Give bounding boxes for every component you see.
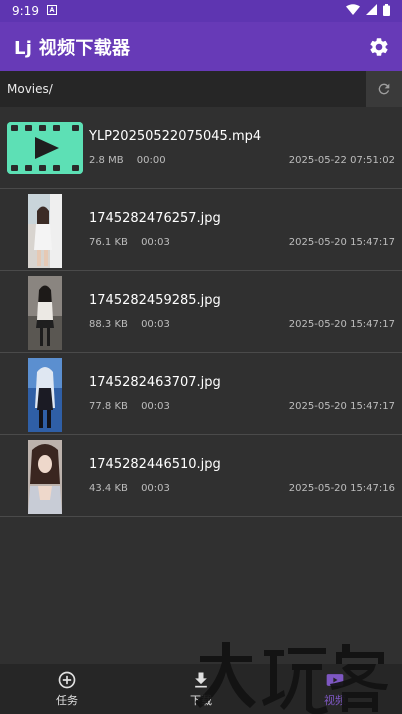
file-name: 1745282446510.jpg <box>89 457 221 472</box>
current-path: Movies/ <box>7 82 53 96</box>
file-duration: 00:03 <box>141 401 170 412</box>
status-bar: 9:19 <box>0 0 402 22</box>
refresh-button[interactable] <box>366 71 402 107</box>
file-date: 2025-05-20 15:47:17 <box>288 401 395 412</box>
battery-icon <box>383 3 390 19</box>
file-meta: 88.3 KB 00:03 <box>89 319 180 330</box>
bottom-navigation: 任务 下载 视频 <box>0 664 402 714</box>
file-name: 1745282463707.jpg <box>89 375 221 390</box>
nav-tab-download[interactable]: 下载 <box>134 664 268 714</box>
file-row[interactable]: 1745282463707.jpg 77.8 KB 00:03 2025-05-… <box>0 353 402 435</box>
file-duration: 00:00 <box>136 155 166 166</box>
nav-label: 视频 <box>324 694 346 707</box>
app-bar: Lj 视频下载器 <box>0 22 402 71</box>
refresh-icon <box>378 83 390 95</box>
nav-label: 下载 <box>190 694 212 707</box>
file-duration: 00:03 <box>141 237 170 248</box>
image-thumbnail <box>28 358 62 432</box>
settings-gear-icon[interactable] <box>368 36 390 58</box>
file-date: 2025-05-20 15:47:17 <box>288 319 395 330</box>
file-date: 2025-05-22 07:51:02 <box>288 155 395 166</box>
signal-icon <box>366 4 377 18</box>
video-icon <box>326 674 344 686</box>
file-meta: 77.8 KB 00:03 <box>89 401 180 412</box>
file-duration: 00:03 <box>141 483 170 494</box>
file-date: 2025-05-20 15:47:17 <box>288 237 395 248</box>
nav-tab-video[interactable]: 视频 <box>268 664 402 714</box>
file-name: 1745282476257.jpg <box>89 211 221 226</box>
notification-icon <box>46 4 57 18</box>
add-circle-icon <box>58 671 76 689</box>
file-name: YLP20250522075045.mp4 <box>89 129 262 144</box>
file-meta: 2.8 MB 00:00 <box>89 155 176 166</box>
file-size: 2.8 MB <box>89 155 124 166</box>
file-size: 77.8 KB <box>89 401 128 412</box>
file-duration: 00:03 <box>141 319 170 330</box>
file-list: YLP20250522075045.mp4 2.8 MB 00:00 2025-… <box>0 107 402 517</box>
download-icon <box>195 672 207 688</box>
file-row[interactable]: 1745282476257.jpg 76.1 KB 00:03 2025-05-… <box>0 189 402 271</box>
file-size: 43.4 KB <box>89 483 128 494</box>
app-title: Lj 视频下载器 <box>14 37 131 59</box>
file-row[interactable]: YLP20250522075045.mp4 2.8 MB 00:00 2025-… <box>0 107 402 189</box>
file-name: 1745282459285.jpg <box>89 293 221 308</box>
nav-label: 任务 <box>56 694 78 707</box>
wifi-icon <box>346 4 360 18</box>
path-bar: Movies/ <box>0 71 402 107</box>
image-thumbnail <box>28 276 62 350</box>
file-row[interactable]: 1745282459285.jpg 88.3 KB 00:03 2025-05-… <box>0 271 402 353</box>
status-time: 9:19 <box>12 4 39 18</box>
file-row[interactable]: 1745282446510.jpg 43.4 KB 00:03 2025-05-… <box>0 435 402 517</box>
file-date: 2025-05-20 15:47:16 <box>288 483 395 494</box>
file-size: 88.3 KB <box>89 319 128 330</box>
file-meta: 76.1 KB 00:03 <box>89 237 180 248</box>
image-thumbnail <box>28 194 62 268</box>
file-size: 76.1 KB <box>89 237 128 248</box>
file-meta: 43.4 KB 00:03 <box>89 483 180 494</box>
film-play-icon <box>7 122 83 174</box>
video-thumbnail <box>7 122 83 174</box>
image-thumbnail <box>28 440 62 514</box>
nav-tab-tasks[interactable]: 任务 <box>0 664 134 714</box>
